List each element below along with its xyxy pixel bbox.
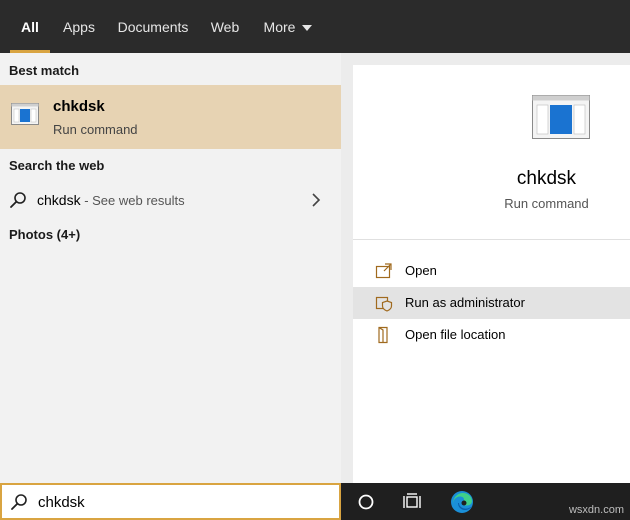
file-location-icon	[378, 326, 388, 344]
taskbar: wsxdn.com	[341, 483, 630, 520]
tab-all[interactable]: All	[10, 0, 50, 53]
details-divider	[353, 239, 630, 240]
search-input[interactable]	[38, 492, 328, 512]
tab-all-label: All	[21, 18, 39, 35]
tab-more[interactable]: More	[256, 0, 320, 53]
search-icon	[11, 494, 27, 510]
search-box[interactable]	[0, 483, 341, 520]
shield-icon	[375, 296, 393, 312]
tab-more-label: More	[263, 18, 296, 35]
best-match-subtitle: Run command	[53, 122, 138, 137]
tab-documents[interactable]: Documents	[112, 0, 194, 53]
run-as-administrator-label: Run as administrator	[405, 295, 525, 310]
best-match-heading: Best match	[9, 63, 80, 78]
tab-web-label: Web	[210, 18, 240, 35]
app-window-large-icon	[532, 95, 590, 139]
open-icon	[375, 263, 392, 279]
chevron-right-icon[interactable]	[311, 192, 321, 208]
details-subtitle: Run command	[504, 196, 589, 211]
web-result-suffix: - See web results	[80, 193, 185, 208]
edge-browser-button[interactable]	[439, 483, 485, 520]
task-view-icon	[403, 492, 421, 508]
search-web-heading: Search the web	[9, 158, 105, 173]
run-as-administrator-action[interactable]: Run as administrator	[353, 287, 630, 319]
open-action[interactable]: Open	[353, 255, 630, 287]
search-icon	[10, 192, 26, 208]
open-file-location-label: Open file location	[405, 327, 506, 342]
edge-browser-icon	[451, 490, 473, 513]
caret-down-icon	[302, 24, 313, 31]
search-tab-bar: All Apps Documents Web More	[0, 0, 630, 53]
tab-apps[interactable]: Apps	[56, 0, 102, 53]
best-match-result[interactable]: chkdsk Run command	[0, 85, 341, 149]
open-file-location-action[interactable]: Open file location	[353, 319, 630, 351]
web-search-result[interactable]: chkdsk - See web results	[0, 185, 341, 215]
watermark-text: wsxdn.com	[568, 504, 624, 516]
cortana-circle-icon	[358, 494, 374, 509]
app-window-icon	[11, 103, 39, 125]
tab-web[interactable]: Web	[204, 0, 246, 53]
web-result-term: chkdsk	[37, 192, 81, 208]
results-panel: Best match chkdsk Run command Search the…	[0, 53, 341, 483]
best-match-title: chkdsk	[53, 98, 105, 115]
details-panel: chkdsk Run command Open Run as administr…	[353, 65, 630, 483]
open-action-label: Open	[405, 263, 437, 278]
task-view-button[interactable]	[389, 483, 435, 520]
tab-apps-label: Apps	[63, 18, 95, 35]
photos-heading[interactable]: Photos (4+)	[9, 227, 80, 242]
tab-documents-label: Documents	[117, 18, 189, 35]
details-title: chkdsk	[516, 168, 577, 189]
cortana-button[interactable]	[343, 483, 389, 520]
web-result-text: chkdsk - See web results	[37, 192, 185, 208]
